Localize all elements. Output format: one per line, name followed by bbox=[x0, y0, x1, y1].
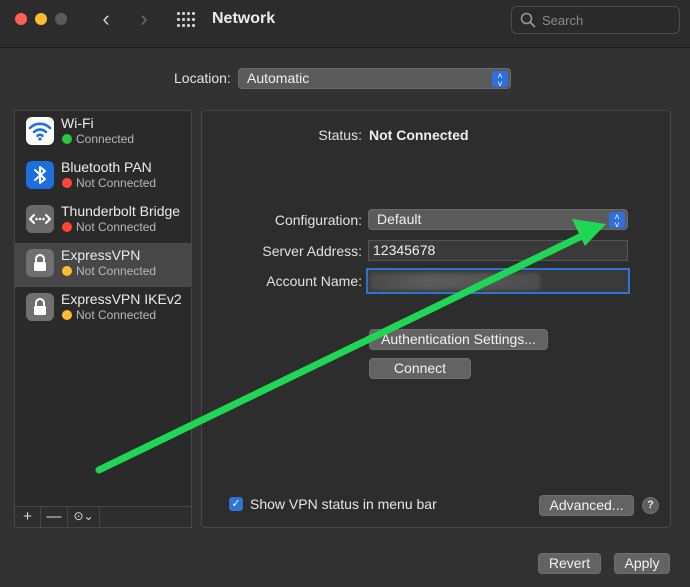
service-status: Not Connected bbox=[76, 220, 157, 234]
search-box[interactable] bbox=[511, 6, 680, 34]
status-value: Not Connected bbox=[369, 127, 469, 143]
service-name: Bluetooth PAN bbox=[61, 159, 152, 175]
popup-arrows-icon: ˄ ˅ bbox=[492, 71, 508, 89]
status-dot-yellow bbox=[62, 266, 72, 276]
connect-button[interactable]: Connect bbox=[369, 358, 471, 379]
service-status: Not Connected bbox=[76, 308, 157, 322]
location-label: Location: bbox=[174, 70, 231, 86]
service-status: Connected bbox=[76, 132, 135, 146]
lock-icon bbox=[26, 249, 54, 277]
account-name-label: Account Name: bbox=[266, 273, 362, 289]
show-vpn-status-checkbox[interactable]: ✓ bbox=[229, 497, 243, 511]
status-dot-red bbox=[62, 222, 72, 232]
configuration-value: Default bbox=[377, 211, 422, 227]
minimize-window-button[interactable] bbox=[35, 13, 47, 25]
show-all-grid-icon[interactable] bbox=[177, 12, 195, 28]
revert-button[interactable]: Revert bbox=[538, 553, 601, 574]
thunderbolt-bridge-icon bbox=[26, 205, 54, 233]
back-chevron-icon[interactable]: ‹ bbox=[95, 8, 117, 32]
service-name: Wi-Fi bbox=[61, 115, 94, 131]
status-dot-red bbox=[62, 178, 72, 188]
service-item-expressvpn[interactable]: ExpressVPN Not Connected bbox=[15, 243, 191, 287]
service-status: Not Connected bbox=[76, 264, 157, 278]
help-button[interactable]: ? bbox=[642, 497, 659, 514]
service-name: Thunderbolt Bridge bbox=[61, 203, 181, 219]
status-dot-yellow bbox=[62, 310, 72, 320]
service-status: Not Connected bbox=[76, 176, 157, 190]
popup-arrows-icon: ˄ ˅ bbox=[609, 212, 625, 230]
detail-panel bbox=[201, 110, 671, 528]
configuration-label: Configuration: bbox=[274, 212, 362, 228]
sidebar-toolbar: + — ⊙⌄ bbox=[14, 507, 192, 528]
service-list: Wi-Fi Connected Bluetooth PAN Not Connec… bbox=[14, 110, 192, 507]
title-bar: ‹ › Network bbox=[0, 0, 690, 48]
authentication-settings-button[interactable]: Authentication Settings... bbox=[369, 329, 548, 350]
remove-service-button[interactable]: — bbox=[41, 507, 68, 527]
service-name: ExpressVPN bbox=[61, 247, 141, 263]
zoom-window-button[interactable] bbox=[55, 13, 67, 25]
service-item-expressvpn-ikev2[interactable]: ExpressVPN IKEv2 Not Connected bbox=[15, 287, 191, 331]
show-vpn-status-label: Show VPN status in menu bar bbox=[250, 496, 437, 512]
close-window-button[interactable] bbox=[15, 13, 27, 25]
forward-chevron-icon[interactable]: › bbox=[133, 8, 155, 32]
redacted-account-value bbox=[370, 273, 540, 290]
server-address-label: Server Address: bbox=[262, 243, 362, 259]
window-title: Network bbox=[212, 10, 276, 27]
search-input[interactable] bbox=[542, 11, 672, 29]
location-value: Automatic bbox=[247, 70, 310, 86]
service-item-bluetooth-pan[interactable]: Bluetooth PAN Not Connected bbox=[15, 155, 191, 199]
service-item-wifi[interactable]: Wi-Fi Connected bbox=[15, 111, 191, 155]
advanced-button[interactable]: Advanced... bbox=[539, 495, 634, 516]
action-menu-button[interactable]: ⊙⌄ bbox=[68, 507, 100, 527]
bluetooth-icon bbox=[26, 161, 54, 189]
status-dot-green bbox=[62, 134, 72, 144]
account-name-field[interactable] bbox=[366, 268, 630, 294]
add-service-button[interactable]: + bbox=[15, 507, 41, 527]
service-item-thunderbolt-bridge[interactable]: Thunderbolt Bridge Not Connected bbox=[15, 199, 191, 243]
lock-icon bbox=[26, 293, 54, 321]
apply-button[interactable]: Apply bbox=[614, 553, 670, 574]
location-popup[interactable]: Automatic ˄ ˅ bbox=[238, 68, 511, 89]
service-name: ExpressVPN IKEv2 bbox=[61, 291, 182, 307]
configuration-popup[interactable]: Default ˄ ˅ bbox=[368, 209, 628, 230]
status-label: Status: bbox=[318, 127, 362, 143]
search-icon bbox=[520, 12, 536, 28]
server-address-field[interactable]: 12345678 bbox=[368, 240, 628, 261]
wifi-icon bbox=[26, 117, 54, 145]
